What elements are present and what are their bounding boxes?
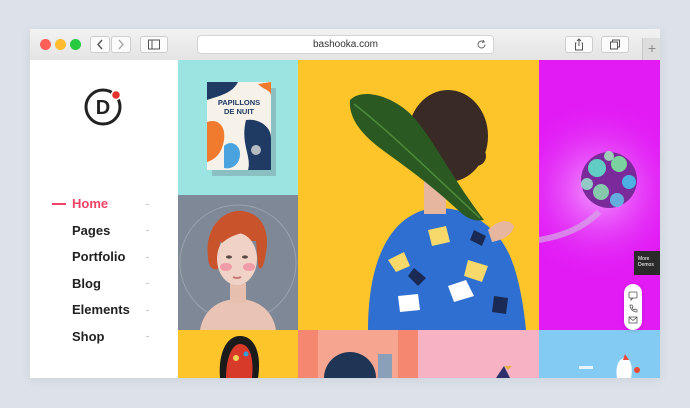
site-sidebar: D Home - Pages - Portfolio - Blog - Elem… — [30, 60, 178, 378]
back-button[interactable] — [90, 36, 110, 53]
sidebar-icon — [148, 39, 160, 50]
share-icon — [575, 38, 583, 51]
nav-expand-portfolio[interactable]: - — [146, 252, 149, 262]
nav-item-home[interactable]: Home — [72, 196, 108, 211]
share-button[interactable] — [565, 36, 593, 53]
portfolio-item-shapes[interactable] — [298, 330, 418, 378]
url-text: bashooka.com — [312, 39, 379, 50]
mail-icon[interactable] — [628, 316, 638, 324]
sky-illustration-image — [579, 354, 640, 378]
nav-item-shop[interactable]: Shop — [72, 329, 105, 344]
portfolio-grid: PAPILLONS DE NUIT — [178, 60, 660, 378]
minimize-window-button[interactable] — [55, 39, 66, 50]
divi-logo[interactable]: D — [83, 87, 123, 127]
nav-expand-blog[interactable]: - — [146, 278, 149, 288]
portfolio-item-leaf-woman[interactable] — [298, 60, 539, 330]
phone-icon[interactable] — [629, 304, 638, 313]
nav-expand-pages[interactable]: - — [146, 225, 149, 235]
leaf-woman-image — [349, 90, 526, 330]
logo-letter: D — [96, 97, 110, 119]
reload-icon[interactable] — [476, 39, 487, 50]
zoom-window-button[interactable] — [70, 39, 81, 50]
quick-actions-bar — [624, 284, 642, 330]
tabs-button[interactable] — [601, 36, 629, 53]
chat-icon[interactable] — [628, 291, 638, 301]
nav-expand-shop[interactable]: - — [146, 331, 149, 341]
more-demos-line2: Demos — [638, 262, 654, 268]
nav-expand-elements[interactable]: - — [146, 305, 149, 315]
sidebar-toggle-button[interactable] — [140, 36, 168, 53]
forward-button[interactable] — [111, 36, 131, 53]
book-title-line2: DE NUIT — [224, 107, 254, 116]
address-bar[interactable]: bashooka.com — [197, 35, 494, 54]
active-indicator — [52, 203, 66, 205]
close-window-button[interactable] — [40, 39, 51, 50]
portfolio-item-comic-face[interactable] — [178, 330, 298, 378]
nav-item-elements[interactable]: Elements — [72, 302, 130, 317]
portfolio-item-sky[interactable] — [539, 330, 660, 378]
pink-object-image — [496, 366, 512, 378]
browser-window: bashooka.com + D Home - Pages - Portfoli… — [30, 29, 660, 378]
comic-face-image — [219, 336, 260, 378]
nav-item-blog[interactable]: Blog — [72, 276, 101, 291]
abstract-shapes-image — [318, 330, 398, 378]
redhead-portrait-image — [179, 204, 297, 330]
tabs-icon — [610, 39, 620, 50]
book-cover-image: PAPILLONS DE NUIT — [207, 82, 276, 176]
nav-item-pages[interactable]: Pages — [72, 223, 110, 238]
portfolio-item-redhead-portrait[interactable] — [178, 195, 298, 330]
nav-expand-home[interactable]: - — [146, 199, 149, 209]
browser-toolbar: bashooka.com + — [30, 29, 660, 61]
portfolio-item-book[interactable]: PAPILLONS DE NUIT — [178, 60, 298, 195]
nav-item-portfolio[interactable]: Portfolio — [72, 249, 125, 264]
book-title-line1: PAPILLONS — [218, 98, 260, 107]
new-tab-button[interactable]: + — [642, 38, 660, 60]
portfolio-item-pink[interactable] — [418, 330, 539, 378]
chevron-right-icon — [118, 39, 124, 50]
more-demos-widget[interactable]: More Demos — [634, 251, 660, 275]
chevron-left-icon — [97, 39, 103, 50]
